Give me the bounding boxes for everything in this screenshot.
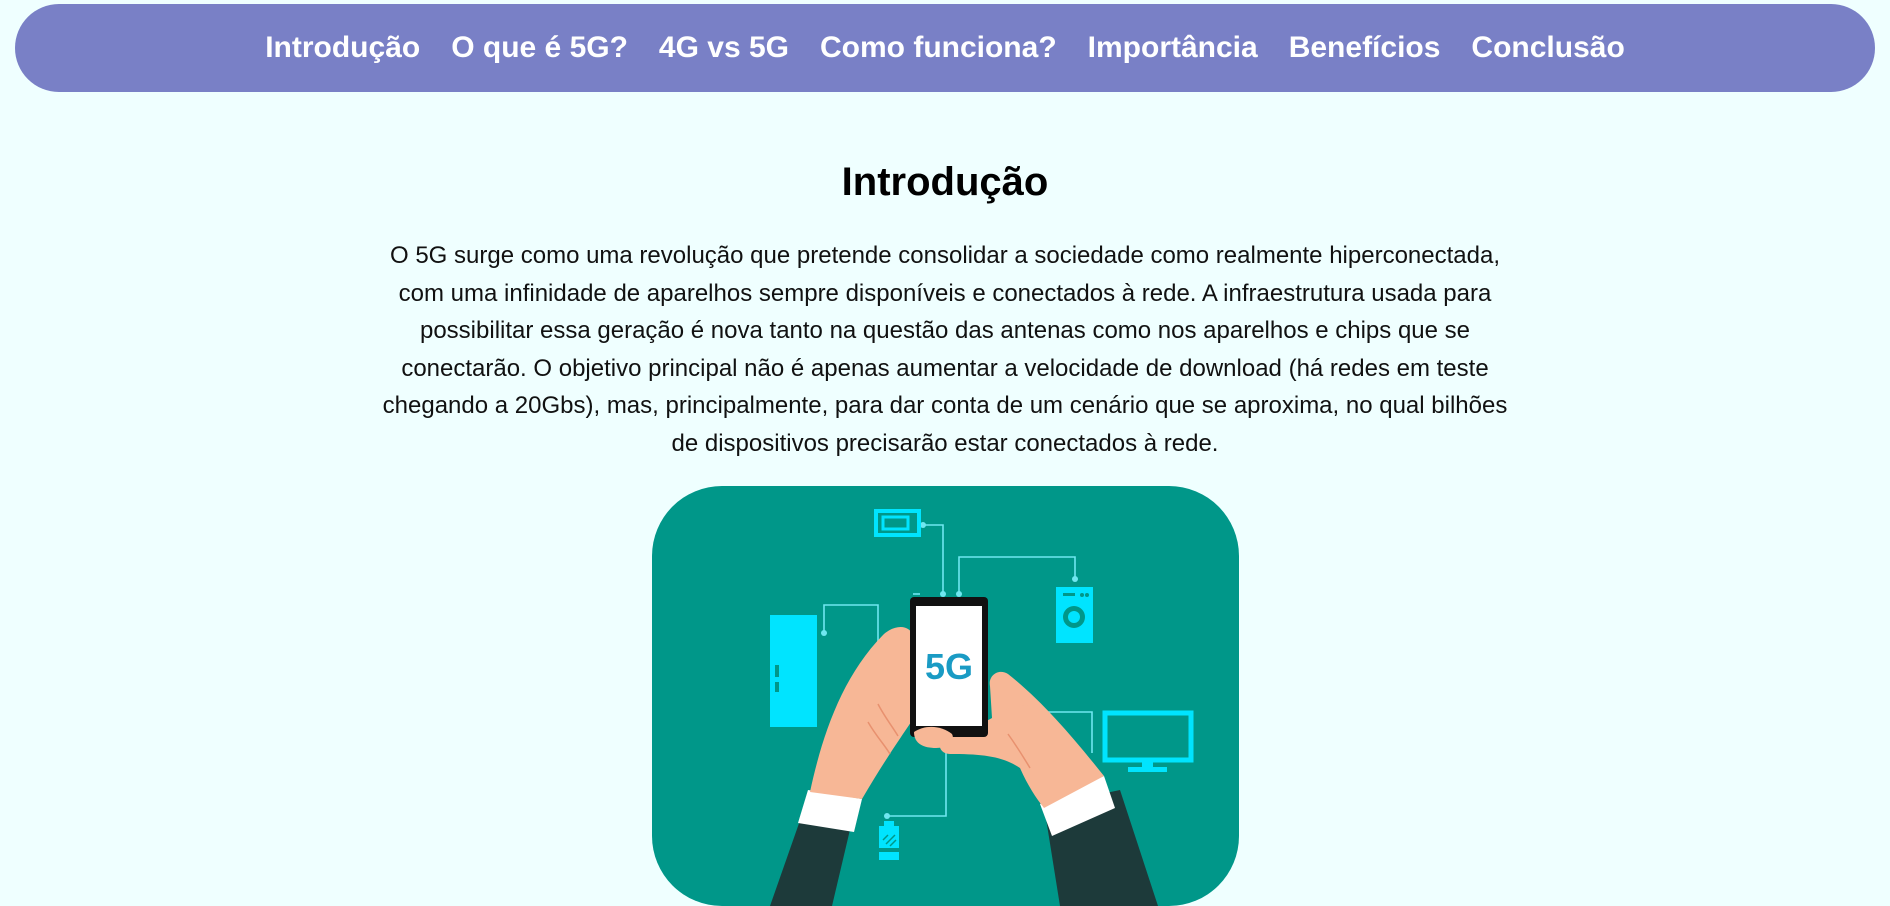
nav-link-beneficios[interactable]: Benefícios xyxy=(1289,31,1441,64)
top-navbar: Introdução O que é 5G? 4G vs 5G Como fun… xyxy=(15,4,1875,92)
nav-link-conclusao[interactable]: Conclusão xyxy=(1471,31,1624,64)
nav-item-o-que-e-5g: O que é 5G? xyxy=(451,31,628,65)
nav-item-introducao: Introdução xyxy=(265,31,420,65)
nav-item-importancia: Importância xyxy=(1088,31,1258,65)
intro-paragraph: O 5G surge como uma revolução que preten… xyxy=(382,242,1508,457)
nav-item-4g-vs-5g: 4G vs 5G xyxy=(659,31,789,65)
nav-link-como-funciona[interactable]: Como funciona? xyxy=(820,31,1057,64)
sleeves xyxy=(770,776,1158,906)
nav-link-4g-vs-5g[interactable]: 4G vs 5G xyxy=(659,31,789,64)
nav-link-importancia[interactable]: Importância xyxy=(1088,31,1258,64)
nav-item-beneficios: Benefícios xyxy=(1289,31,1441,65)
nav-link-introducao[interactable]: Introdução xyxy=(265,31,420,64)
section-title: Introdução xyxy=(841,160,1049,204)
nav-item-como-funciona: Como funciona? xyxy=(820,31,1057,65)
smartphone: 5G xyxy=(910,597,988,737)
microwave-icon xyxy=(874,509,921,537)
phone-screen-text: 5G xyxy=(925,646,973,687)
tv-monitor-icon xyxy=(1102,710,1194,772)
nav-item-conclusao: Conclusão xyxy=(1471,31,1624,65)
washing-machine-icon xyxy=(1056,587,1093,643)
nav-link-o-que-e-5g[interactable]: O que é 5G? xyxy=(451,31,628,64)
battery-icon xyxy=(879,821,899,860)
nav-list: Introdução O que é 5G? 4G vs 5G Como fun… xyxy=(265,31,1625,65)
refrigerator-icon xyxy=(770,615,817,727)
5g-illustration: 5G xyxy=(652,486,1239,906)
5g-illustration-svg: 5G xyxy=(770,509,1194,906)
